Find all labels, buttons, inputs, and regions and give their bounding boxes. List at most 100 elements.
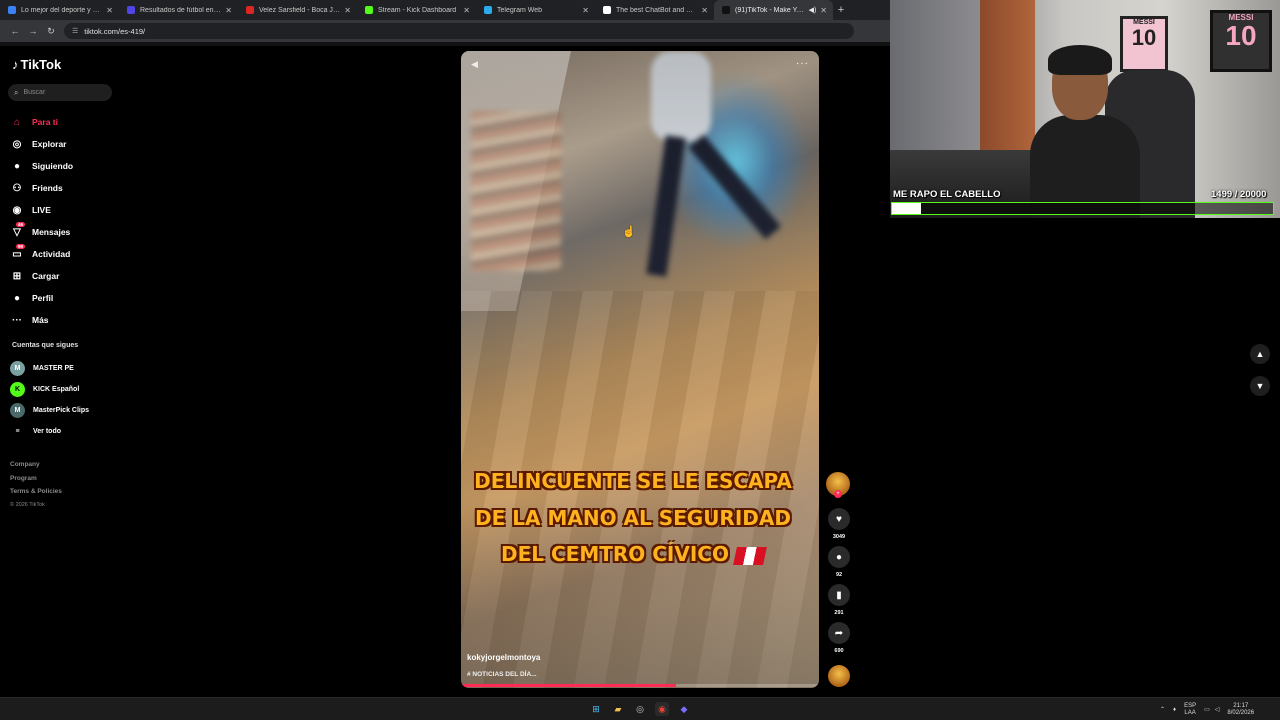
clock[interactable]: 21:17 8/02/2026 — [1227, 703, 1254, 717]
sidebar-item-actividad[interactable]: ▭ 99 Actividad — [10, 243, 73, 265]
sidebar-item-más[interactable]: ··· Más — [10, 309, 73, 331]
heart-icon[interactable]: ♥ — [828, 508, 850, 530]
sidebar-item-para-ti[interactable]: ⌂ Para ti — [10, 111, 73, 133]
sidebar-item-siguiendo[interactable]: ● Siguiendo — [10, 155, 73, 177]
browser-tab[interactable]: The best ChatBot and Widgets✕ — [595, 0, 714, 20]
browser-tab[interactable]: Velez Sarsfield - Boca Juniors ©✕ — [238, 0, 357, 20]
share-action[interactable]: ➦ 690 — [826, 622, 852, 656]
tab-close-icon[interactable]: ✕ — [582, 6, 589, 15]
browser-tab-strip: Lo mejor del deporte y el entre✕Resultad… — [0, 0, 890, 20]
music-disc-icon[interactable] — [828, 665, 850, 687]
kick-favicon — [365, 6, 373, 14]
goal-label: ME RAPO EL CABELLO — [893, 189, 1001, 200]
mouse-cursor-icon: ☝ — [622, 226, 636, 238]
microphone-icon[interactable]: ♦ — [1173, 707, 1176, 713]
following-account[interactable]: K KICK Español — [10, 379, 89, 400]
comment-icon[interactable]: ● — [828, 546, 850, 568]
video-progress-fill — [461, 684, 676, 687]
video-progress-bar[interactable] — [461, 684, 819, 687]
creator-avatar[interactable]: + — [826, 472, 850, 498]
save-action[interactable]: ▮ 291 — [826, 584, 852, 618]
next-video-button[interactable]: ▼ — [1250, 376, 1270, 396]
tab-favicon — [127, 6, 135, 14]
speaker-icon[interactable]: ◁ — [1215, 706, 1220, 713]
footer-link-program[interactable]: Program — [10, 472, 62, 486]
tab-close-icon[interactable]: ✕ — [106, 6, 113, 15]
tiktok-logo[interactable]: ♪ TikTok — [12, 57, 61, 72]
video-description[interactable]: # NOTICIAS DEL DÍA... — [467, 671, 537, 678]
notification-badge: 99 — [16, 244, 26, 249]
sidebar-item-label: Mensajes — [32, 227, 71, 237]
sidebar-item-cargar[interactable]: ⊞ Cargar — [10, 265, 73, 287]
goal-progress-bar — [891, 202, 1274, 215]
page-top-strip — [0, 42, 890, 46]
tab-close-icon[interactable]: ✕ — [344, 6, 351, 15]
url-field[interactable]: ☰ tiktok.com/es-419/ — [64, 23, 854, 39]
following-account[interactable]: M MasterPick Clips — [10, 400, 89, 421]
footer-link-terms[interactable]: Terms & Policies — [10, 485, 62, 499]
save-count: 291 — [834, 610, 844, 616]
back-icon[interactable]: ← — [6, 26, 24, 36]
search-placeholder: Buscar — [23, 89, 46, 96]
browser-tab[interactable]: Resultados de fútbol en directo ✕ — [119, 0, 238, 20]
webcam-overlay: MESSI 10 MESSI 10 — [890, 0, 1280, 218]
sidebar-item-label: Cargar — [32, 271, 60, 281]
reload-icon[interactable]: ↻ — [42, 26, 60, 37]
video-player[interactable]: ◀ ··· DELINCUENTE SE LE ESCAPA DE LA MAN… — [461, 51, 819, 688]
account-avatar: ≡ — [15, 428, 20, 435]
network-icon[interactable]: ▭ — [1204, 706, 1210, 713]
app-icon[interactable]: ◎ — [633, 702, 647, 716]
search-input[interactable]: ⌕ Buscar — [8, 84, 112, 101]
footer-link-company[interactable]: Company — [10, 458, 62, 472]
tab-close-icon[interactable]: ✕ — [225, 6, 232, 15]
follow-plus-icon[interactable]: + — [834, 490, 842, 498]
messenger-icon[interactable]: ◆ — [677, 702, 691, 716]
sidebar-item-explorar[interactable]: ◎ Explorar — [10, 133, 73, 155]
sidebar-item-live[interactable]: ◉ LIVE — [10, 199, 73, 221]
windows-start-icon[interactable]: ⊞ — [589, 702, 603, 716]
like-action[interactable]: ♥ 3049 — [826, 508, 852, 542]
bookmark-icon[interactable]: ▮ — [828, 584, 850, 606]
sidebar-item-label: Friends — [32, 183, 63, 193]
browser-tab[interactable]: Telegram Web ✕ — [476, 0, 595, 20]
chrome-icon[interactable]: ◉ — [655, 702, 669, 716]
tab-close-icon[interactable]: ✕ — [701, 6, 708, 15]
sidebar-item-label: Más — [32, 315, 49, 325]
share-count: 690 — [834, 648, 844, 654]
sidebar-item-mensajes[interactable]: ▽ 46 Mensajes — [10, 221, 73, 243]
tab-audio-icon[interactable]: ◀) — [809, 6, 817, 14]
forward-icon[interactable]: → — [24, 26, 42, 36]
following-account[interactable]: M MASTER PE — [10, 358, 89, 379]
tab-close-icon[interactable]: ✕ — [820, 6, 827, 15]
telegram-favicon — [484, 6, 492, 14]
following-header: Cuentas que sigues — [12, 342, 79, 349]
messages-icon: ▽ — [13, 226, 21, 238]
share-icon[interactable]: ➦ — [828, 622, 850, 644]
tray-expand-icon[interactable]: ⌃ — [1160, 706, 1165, 713]
sidebar-item-label: Actividad — [32, 249, 71, 259]
goal-progress-fill — [892, 203, 921, 214]
site-info-icon[interactable]: ☰ — [72, 27, 78, 35]
sidebar-item-perfil[interactable]: ● Perfil — [10, 287, 73, 309]
file-explorer-icon[interactable]: ▰ — [611, 702, 625, 716]
account-name: MASTER PE — [33, 365, 74, 372]
previous-video-button[interactable]: ▲ — [1250, 344, 1270, 364]
comment-action[interactable]: ● 92 — [826, 546, 852, 580]
upload-icon: ⊞ — [12, 270, 22, 282]
browser-tab[interactable]: Lo mejor del deporte y el entre ✕ — [0, 0, 119, 20]
sidebar-item-friends[interactable]: ⚇ Friends — [10, 177, 73, 199]
tab-favicon — [8, 6, 16, 14]
following-account[interactable]: ≡ Ver todo — [10, 421, 89, 442]
tab-title: Velez Sarsfield - Boca Juniors © — [259, 6, 341, 14]
tab-title: Lo mejor del deporte y el entre — [21, 6, 102, 14]
new-tab-button[interactable]: + — [833, 4, 849, 16]
browser-tab[interactable]: Stream - Kick Dashboard ✕ — [357, 0, 476, 20]
more-options-icon[interactable]: ··· — [796, 58, 809, 69]
volume-icon[interactable]: ◀ — [471, 59, 478, 70]
sidebar-footer: Company Program Terms & Policies © 2026 … — [10, 458, 62, 512]
tiktok-favicon — [722, 6, 730, 14]
tab-close-icon[interactable]: ✕ — [463, 6, 470, 15]
browser-tab[interactable]: (91)TikTok - Make Your Day◀)✕ — [714, 0, 833, 20]
video-author[interactable]: kokyjorgelmontoya — [467, 653, 540, 662]
language-indicator[interactable]: ESP LAA — [1184, 703, 1196, 717]
